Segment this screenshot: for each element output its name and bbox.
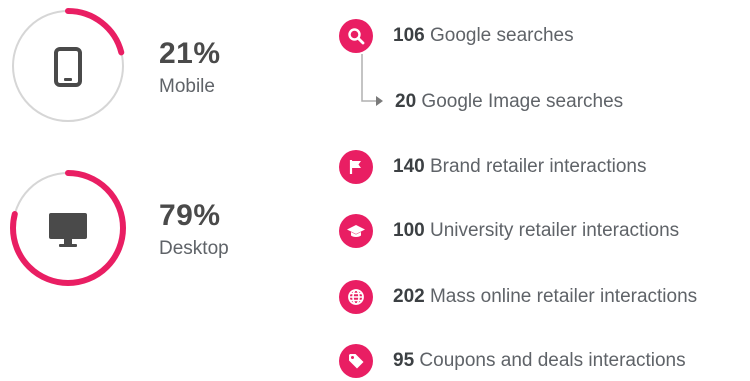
interaction-row-university-retailer: 100 University retailer interactions — [339, 214, 679, 248]
interaction-row-google-searches: 106 Google searches — [339, 19, 574, 53]
mobile-percent: 21% — [159, 37, 221, 70]
interaction-row-coupons-deals: 95 Coupons and deals interactions — [339, 344, 686, 378]
image-searches-label: Google Image searches — [421, 91, 624, 112]
search-connector-line — [356, 54, 386, 113]
university-retailer-count: 100 — [393, 220, 425, 241]
google-searches-label: Google searches — [429, 25, 574, 46]
coupons-deals-count: 95 — [393, 350, 415, 371]
university-retailer-label: University retailer interactions — [429, 220, 680, 241]
smartphone-icon — [54, 47, 82, 92]
coupons-deals-label: Coupons and deals interactions — [419, 350, 686, 371]
mobile-label: Mobile — [159, 76, 215, 97]
graduation-cap-icon — [339, 214, 373, 248]
mass-online-retailer-label: Mass online retailer interactions — [429, 286, 698, 307]
brand-retailer-label: Brand retailer interactions — [429, 156, 647, 177]
flag-icon — [339, 150, 373, 184]
image-searches-count: 20 — [395, 91, 417, 112]
google-searches-count: 106 — [393, 25, 425, 46]
interaction-row-mass-online-retailer: 202 Mass online retailer interactions — [339, 280, 697, 314]
interaction-row-brand-retailer: 140 Brand retailer interactions — [339, 150, 646, 184]
search-icon — [339, 19, 373, 53]
desktop-label: Desktop — [159, 238, 229, 259]
globe-icon — [339, 280, 373, 314]
tag-icon — [339, 344, 373, 378]
interaction-row-google-image-searches: 20 Google Image searches — [395, 91, 623, 113]
mass-online-retailer-count: 202 — [393, 286, 425, 307]
brand-retailer-count: 140 — [393, 156, 425, 177]
desktop-monitor-icon — [48, 212, 88, 253]
desktop-percent: 79% — [159, 199, 221, 232]
